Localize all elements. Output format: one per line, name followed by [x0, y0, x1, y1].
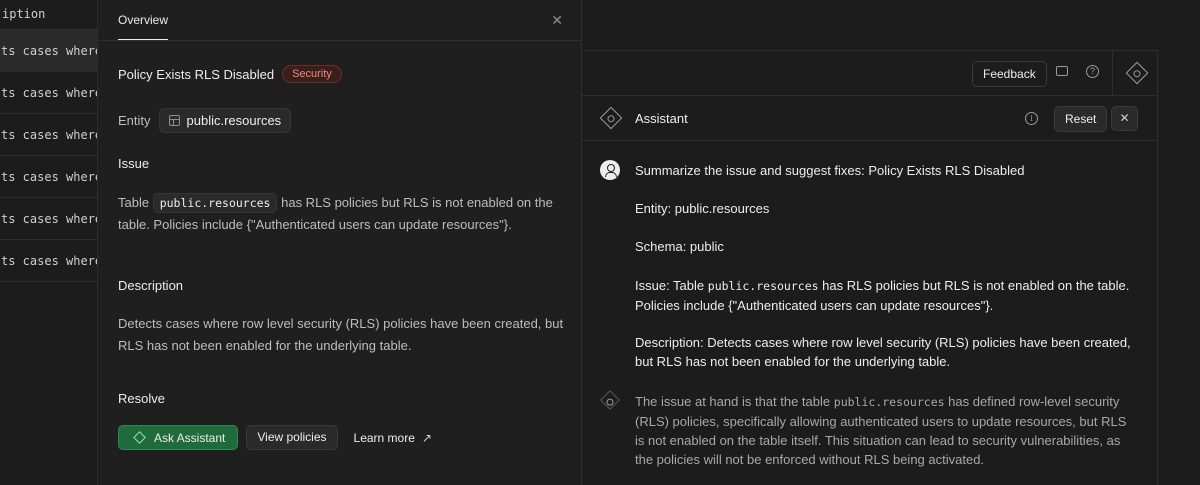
assistant-panel: Feedback ? Assistant i Reset ✕ Summarize…	[582, 50, 1158, 485]
background-table: iption ts cases where ts cases where ts …	[0, 0, 100, 485]
title-row: Policy Exists RLS Disabled Security	[118, 65, 342, 83]
external-link-icon: ↗	[421, 430, 432, 445]
table-row[interactable]: ts cases where	[0, 156, 100, 198]
assistant-header: Assistant i Reset ✕	[582, 97, 1158, 141]
assistant-title: Assistant	[635, 111, 688, 126]
entity-value: public.resources	[186, 113, 282, 128]
ask-assistant-button[interactable]: Ask Assistant	[118, 425, 239, 450]
user-avatar-icon	[600, 160, 620, 180]
code-chip: public.resources	[152, 193, 278, 213]
page-title: Policy Exists RLS Disabled	[118, 66, 275, 82]
reset-button[interactable]: Reset	[1054, 106, 1108, 132]
help-icon[interactable]: ?	[1086, 65, 1099, 78]
assistant-icon	[133, 431, 146, 444]
table-row[interactable]: ts cases where	[0, 30, 100, 72]
response-code: public.resources	[833, 395, 945, 409]
panel-tabs: Overview ✕	[98, 0, 581, 41]
assistant-response-icon	[600, 390, 620, 410]
user-message-line1: Summarize the issue and suggest fixes: P…	[635, 163, 1025, 178]
view-policies-button[interactable]: View policies	[246, 425, 338, 450]
table-row[interactable]: ts cases where	[0, 114, 100, 156]
divider	[1112, 51, 1113, 96]
user-message-entity: Entity: public.resources	[635, 201, 770, 216]
tab-overview[interactable]: Overview	[118, 13, 169, 40]
status-badge: Security	[282, 65, 342, 83]
learn-more-link[interactable]: Learn more ↗	[354, 431, 432, 445]
assistant-response: The issue at hand is that the table publ…	[635, 392, 1135, 469]
feedback-button[interactable]: Feedback	[972, 61, 1047, 87]
assistant-toggle-icon[interactable]	[1125, 61, 1149, 85]
resolve-heading: Resolve	[118, 391, 165, 406]
issue-heading: Issue	[118, 156, 150, 171]
issue-text: Table public.resources has RLS policies …	[118, 192, 570, 236]
assistant-logo-icon	[599, 106, 623, 130]
issue-pre: Issue: Table	[635, 278, 705, 293]
learn-more-label: Learn more	[353, 430, 415, 445]
resolve-actions: Ask Assistant View policies Learn more ↗	[118, 425, 432, 450]
user-message-issue: Issue: Table public.resources has RLS po…	[635, 276, 1135, 315]
entity-row: Entity public.resources	[118, 108, 292, 133]
issue-code: public.resources	[707, 279, 819, 293]
table-row[interactable]: ts cases where	[0, 240, 100, 282]
user-message-schema: Schema: public	[635, 239, 724, 254]
description-text: Detects cases where row level security (…	[118, 316, 564, 353]
entity-chip[interactable]: public.resources	[158, 108, 292, 133]
close-assistant-button[interactable]: ✕	[1111, 106, 1138, 131]
table-row[interactable]: ts cases where	[0, 198, 100, 240]
overview-panel: Overview ✕ Policy Exists RLS Disabled Se…	[97, 0, 582, 485]
table-row[interactable]: ts cases where	[0, 72, 100, 114]
response-pre: The issue at hand is that the table	[635, 394, 831, 409]
close-icon[interactable]: ✕	[551, 12, 563, 29]
column-header: iption	[0, 0, 100, 30]
inbox-icon[interactable]	[1056, 66, 1068, 76]
issue-pre: Table	[118, 195, 150, 210]
description-heading: Description	[118, 278, 184, 293]
ask-assistant-label: Ask Assistant	[154, 430, 226, 445]
entity-label: Entity	[118, 113, 151, 128]
top-toolbar: Feedback ?	[582, 51, 1158, 96]
table-icon	[168, 115, 180, 126]
info-icon[interactable]: i	[1025, 112, 1038, 125]
user-message-description: Description: Detects cases where row lev…	[635, 335, 1131, 369]
